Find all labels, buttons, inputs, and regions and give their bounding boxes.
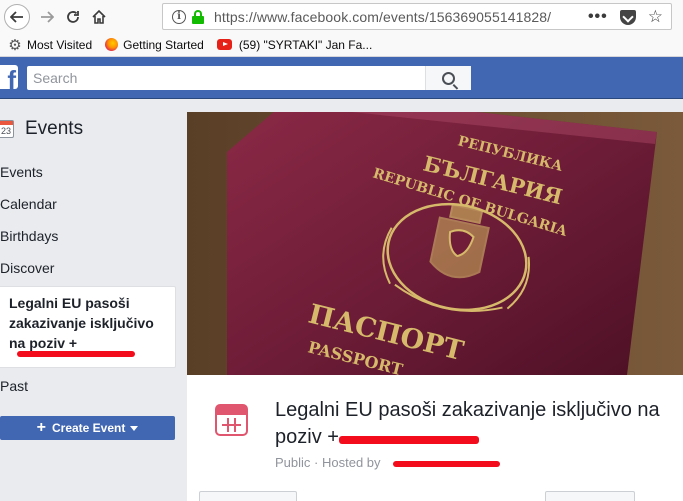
page-actions-button[interactable]: ••• xyxy=(588,8,608,26)
sidebar-item-discover[interactable]: Discover xyxy=(0,260,54,276)
create-event-button[interactable]: + Create Event xyxy=(0,416,175,440)
pocket-icon[interactable] xyxy=(619,9,636,25)
gear-icon: ⚙ xyxy=(8,36,22,54)
youtube-icon xyxy=(216,38,234,52)
bookmark-youtube[interactable]: (59) "SYRTAKI" Jan Fa... xyxy=(216,38,372,52)
current-event-label: Legalni EU pasoši zakazivanje isključivo… xyxy=(9,295,154,351)
url-host: https://www.facebook.com xyxy=(214,8,380,25)
event-main: РЕПУБЛИКА БЪЛГАРИЯ REPUBLIC OF BULGARIA … xyxy=(187,112,683,501)
redaction-mark xyxy=(339,436,479,444)
reload-button[interactable] xyxy=(60,4,86,30)
left-sidebar: 23 Events Events Calendar Birthdays Disc… xyxy=(0,100,186,501)
sidebar-title[interactable]: 23 Events xyxy=(0,118,83,140)
cover-photo[interactable]: РЕПУБЛИКА БЪЛГАРИЯ REPUBLIC OF BULGARIA … xyxy=(187,112,683,375)
event-host-label: Hosted by xyxy=(321,455,381,470)
reload-icon xyxy=(67,10,79,23)
sidebar-item-events[interactable]: Events xyxy=(0,164,43,180)
sidebar-title-label: Events xyxy=(25,118,84,139)
calendar-icon: 23 xyxy=(0,120,14,138)
browser-toolbar: i https://www.facebook.com/events/156369… xyxy=(0,0,683,33)
caret-down-icon xyxy=(130,425,139,431)
arrow-right-icon xyxy=(41,10,54,23)
arrow-left-icon xyxy=(10,10,23,23)
sidebar-item-past[interactable]: Past xyxy=(0,378,28,394)
event-calendar-icon xyxy=(215,404,248,436)
calendar-day: 23 xyxy=(0,126,11,136)
sidebar-item-current-event[interactable]: Legalni EU pasoši zakazivanje isključivo… xyxy=(0,286,176,368)
search-box xyxy=(27,66,471,90)
info-icon[interactable]: i xyxy=(172,9,186,24)
redaction-mark xyxy=(17,351,135,357)
bookmark-getting-started[interactable]: Getting Started xyxy=(104,38,204,52)
firefox-icon xyxy=(104,38,118,52)
passport-image: РЕПУБЛИКА БЪЛГАРИЯ REPUBLIC OF BULGARIA … xyxy=(187,112,683,375)
plus-icon: + xyxy=(36,419,46,436)
url-text[interactable]: https://www.facebook.com/events/15636905… xyxy=(214,9,551,25)
bookmark-star-icon[interactable]: ☆ xyxy=(648,7,663,27)
search-button[interactable] xyxy=(425,66,471,90)
search-input[interactable] xyxy=(27,66,425,90)
create-event-label: Create Event xyxy=(51,421,126,435)
lock-icon[interactable] xyxy=(192,9,204,24)
logo-letter: f xyxy=(7,65,16,89)
facebook-header: f xyxy=(0,57,683,99)
bookmarks-bar: ⚙ Most Visited Getting Started (59) "SYR… xyxy=(0,33,683,57)
event-header: Legalni EU pasoši zakazivanje isključivo… xyxy=(187,375,683,501)
event-visibility[interactable]: Public xyxy=(275,455,310,470)
bookmark-label: Most Visited xyxy=(27,37,93,52)
home-icon xyxy=(92,9,106,24)
share-button[interactable] xyxy=(545,491,635,501)
home-button[interactable] xyxy=(86,4,112,30)
back-button[interactable] xyxy=(4,3,30,30)
url-bar[interactable]: i https://www.facebook.com/events/156369… xyxy=(162,3,672,30)
interested-button[interactable] xyxy=(199,491,297,501)
bookmark-most-visited[interactable]: ⚙ Most Visited xyxy=(8,36,93,54)
url-path: /events/156369055141828/ xyxy=(379,8,552,25)
search-icon xyxy=(442,71,455,85)
facebook-logo[interactable]: f xyxy=(0,65,18,89)
forward-button[interactable] xyxy=(34,4,60,30)
event-meta: Public · Hosted by xyxy=(275,455,381,470)
bookmark-label: (59) "SYRTAKI" Jan Fa... xyxy=(238,37,373,52)
sidebar-item-birthdays[interactable]: Birthdays xyxy=(0,228,58,244)
redaction-mark xyxy=(393,461,500,467)
sidebar-item-calendar[interactable]: Calendar xyxy=(0,196,57,212)
bookmark-label: Getting Started xyxy=(123,37,204,52)
